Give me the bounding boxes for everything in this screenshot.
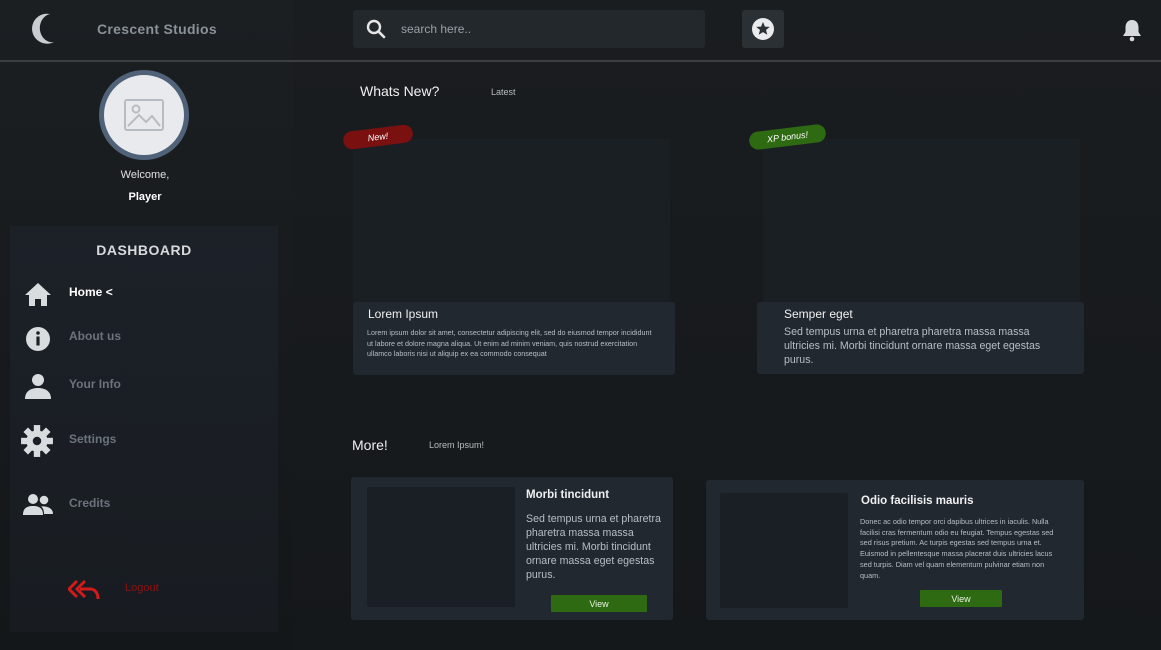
sidebar-item-label: Your Info	[69, 377, 121, 391]
view-button[interactable]: View	[551, 595, 647, 612]
welcome-text: Welcome,	[120, 169, 170, 181]
sidebar-item-label: Credits	[69, 496, 111, 510]
sidebar-item-credits[interactable]: Credits	[10, 487, 278, 523]
whats-new-subtitle: Latest	[491, 87, 516, 97]
more-title: More!	[352, 437, 388, 453]
top-bar: Crescent Studios	[0, 0, 1161, 62]
users-icon	[23, 494, 53, 515]
more-subtitle: Lorem Ipsum!	[429, 440, 485, 450]
chevron-left-icon: <	[105, 285, 113, 299]
more-card-text: Donec ac odio tempor orci dapibus ultric…	[860, 517, 1054, 580]
news-card-title: Semper eget	[784, 307, 853, 321]
favorites-button[interactable]	[742, 10, 784, 48]
brand-name: Crescent Studios	[97, 21, 217, 37]
info-icon	[26, 327, 50, 351]
home-icon	[25, 283, 51, 306]
news-card-image[interactable]	[763, 139, 1080, 305]
sidebar-item-settings[interactable]: Settings	[10, 423, 278, 459]
search-bar[interactable]	[353, 10, 705, 48]
image-placeholder-icon	[124, 99, 164, 131]
search-input[interactable]	[401, 18, 691, 40]
news-card-text: Sed tempus urna et pharetra pharetra mas…	[784, 326, 1041, 366]
more-card-title: Morbi tincidunt	[526, 489, 610, 501]
more-card-text: Sed tempus urna et pharetra pharetra mas…	[526, 513, 661, 581]
gear-icon	[21, 425, 53, 457]
news-card-text: Lorem ipsum dolor sit amet, consectetur …	[367, 328, 652, 359]
more-card[interactable]: Morbi tincidunt Sed tempus urna et phare…	[351, 477, 673, 620]
news-card-title: Lorem Ipsum	[368, 307, 439, 321]
sidebar-item-your-info[interactable]: Your Info	[10, 368, 278, 404]
dashboard-sidebar: DASHBOARD Home < About us Your Info Sett…	[10, 226, 278, 632]
avatar[interactable]	[99, 70, 189, 160]
star-icon	[752, 18, 774, 40]
user-icon	[25, 374, 51, 399]
dashboard-title: DASHBOARD	[96, 242, 192, 258]
view-button[interactable]: View	[920, 590, 1002, 607]
search-icon	[366, 19, 386, 39]
more-card-title: Odio facilisis mauris	[861, 495, 974, 507]
sidebar-item-about[interactable]: About us	[10, 320, 278, 356]
sidebar-item-label: Settings	[69, 432, 117, 446]
bell-icon[interactable]	[1121, 18, 1143, 42]
sidebar-item-label: About us	[69, 329, 121, 343]
logout-label: Logout	[125, 582, 159, 594]
logout-arrows-icon	[68, 579, 100, 600]
sidebar-item-home[interactable]: Home <	[10, 276, 278, 312]
crescent-moon-icon	[32, 13, 54, 44]
news-card-image[interactable]	[353, 139, 670, 305]
sidebar-item-label: Home	[69, 285, 103, 299]
more-card-image	[367, 487, 515, 607]
player-name: Player	[128, 191, 162, 203]
whats-new-title: Whats New?	[360, 83, 440, 99]
more-card-image	[720, 493, 848, 608]
more-card[interactable]: Odio facilisis mauris Donec ac odio temp…	[706, 480, 1084, 620]
news-card[interactable]: Lorem Ipsum Lorem ipsum dolor sit amet, …	[353, 302, 675, 375]
logout-button[interactable]: Logout	[68, 577, 188, 603]
news-card[interactable]: Semper eget Sed tempus urna et pharetra …	[757, 302, 1084, 374]
